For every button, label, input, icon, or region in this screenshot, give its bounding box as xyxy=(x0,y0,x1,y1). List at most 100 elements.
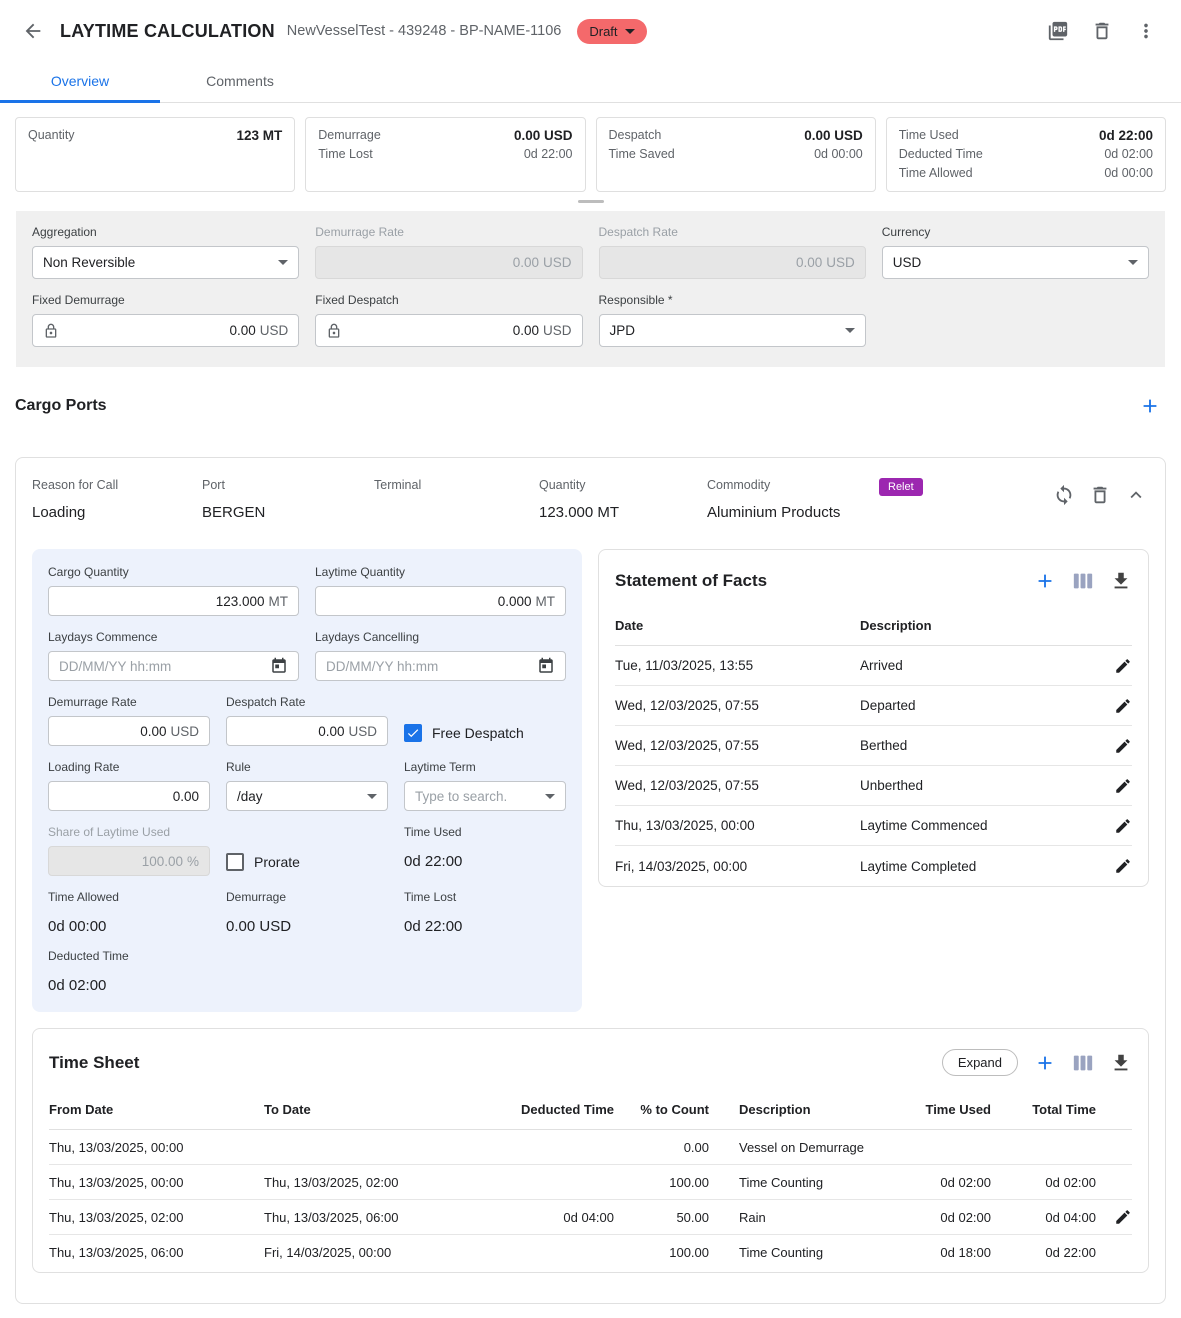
status-badge[interactable]: Draft xyxy=(577,19,646,44)
header: LAYTIME CALCULATION NewVesselTest - 4392… xyxy=(0,0,1181,62)
laydays-commence-label: Laydays Commence xyxy=(48,630,299,644)
page-title: LAYTIME CALCULATION xyxy=(60,21,275,42)
edit-sof-row-button[interactable] xyxy=(1100,693,1132,719)
sof-date: Fri, 14/03/2025, 00:00 xyxy=(615,859,860,874)
chevron-down-icon xyxy=(845,328,855,333)
despatch-rate-label: Despatch Rate xyxy=(599,225,866,239)
sof-description: Departed xyxy=(860,698,1100,713)
timesheet-row: Thu, 13/03/2025, 06:00 Fri, 14/03/2025, … xyxy=(49,1235,1132,1270)
prorate-checkbox[interactable] xyxy=(226,853,244,871)
port-demurrage-rate-input[interactable]: 0.00 USD xyxy=(48,716,210,746)
time-saved-label: Time Saved xyxy=(609,145,675,164)
ts-col-used: Time Used xyxy=(881,1102,991,1117)
edit-sof-row-button[interactable] xyxy=(1100,853,1132,879)
add-port-button[interactable] xyxy=(1139,395,1161,417)
ts-col-deducted: Deducted Time xyxy=(494,1102,614,1117)
pdf-export-button[interactable] xyxy=(1041,14,1075,48)
add-timesheet-row-button[interactable] xyxy=(1034,1052,1056,1074)
responsible-select[interactable]: JPD xyxy=(599,314,866,347)
laydays-cancelling-input[interactable]: DD/MM/YY hh:mm xyxy=(315,651,566,681)
edit-sof-row-button[interactable] xyxy=(1100,653,1132,679)
fixed-despatch-input[interactable]: 0.00 USD xyxy=(315,314,582,347)
aggregation-value: Non Reversible xyxy=(43,255,135,270)
settings-panel: Aggregation Non Reversible Demurrage Rat… xyxy=(16,211,1165,367)
loading-rate-field: Loading Rate 0.00 xyxy=(48,760,210,811)
sof-description: Berthed xyxy=(860,738,1100,753)
rule-label: Rule xyxy=(226,760,388,774)
cargo-ports-section-head: Cargo Ports xyxy=(0,367,1181,441)
back-button[interactable] xyxy=(16,14,50,48)
recalculate-button[interactable] xyxy=(1053,484,1075,506)
cargo-quantity-input[interactable]: 123.000 MT xyxy=(48,586,299,616)
laytime-quantity-input[interactable]: 0.000 MT xyxy=(315,586,566,616)
demurrage-rate-field: Demurrage Rate 0.00 USD xyxy=(315,225,582,279)
calendar-icon[interactable] xyxy=(270,657,288,675)
tab-comments[interactable]: Comments xyxy=(160,62,320,102)
ts-used: 0d 18:00 xyxy=(881,1245,991,1260)
calc-time-used: Time Used 0d 22:00 xyxy=(404,825,566,876)
delete-button[interactable] xyxy=(1085,14,1119,48)
resize-handle[interactable] xyxy=(578,200,604,203)
edit-sof-row-button[interactable] xyxy=(1100,773,1132,799)
responsible-label: Responsible * xyxy=(599,293,866,307)
timesheet-row: Thu, 13/03/2025, 02:00 Thu, 13/03/2025, … xyxy=(49,1200,1132,1235)
more-menu-button[interactable] xyxy=(1129,14,1163,48)
port-despatch-rate-input[interactable]: 0.00 USD xyxy=(226,716,388,746)
calc-time-allowed: Time Allowed 0d 00:00 xyxy=(48,890,210,935)
rule-field: Rule /day xyxy=(226,760,388,811)
loading-rate-label: Loading Rate xyxy=(48,760,210,774)
ts-description: Time Counting xyxy=(709,1175,881,1190)
sof-col-date: Date xyxy=(615,618,860,633)
free-despatch-checkbox[interactable] xyxy=(404,724,422,742)
aggregation-select[interactable]: Non Reversible xyxy=(32,246,299,279)
quantity-card: Quantity 123 MT xyxy=(15,117,295,192)
ts-from: Thu, 13/03/2025, 00:00 xyxy=(49,1140,264,1155)
collapse-port-button[interactable] xyxy=(1125,484,1147,506)
share-of-laytime-label: Share of Laytime Used xyxy=(48,825,210,839)
share-of-laytime-value: 100.00 xyxy=(142,854,183,869)
edit-sof-row-button[interactable] xyxy=(1100,733,1132,759)
timesheet-download-button[interactable] xyxy=(1110,1052,1132,1074)
currency-select[interactable]: USD xyxy=(882,246,1149,279)
edit-timesheet-row-button[interactable] xyxy=(1096,1204,1132,1230)
ts-total: 0d 04:00 xyxy=(991,1210,1096,1225)
laydays-commence-input[interactable]: DD/MM/YY hh:mm xyxy=(48,651,299,681)
fixed-despatch-value: 0.00 xyxy=(513,323,539,338)
sof-download-button[interactable] xyxy=(1110,570,1132,592)
rule-select[interactable]: /day xyxy=(226,781,388,811)
time-used-value: 0d 22:00 xyxy=(1099,126,1153,145)
reason-for-call-label: Reason for Call xyxy=(32,478,202,492)
calendar-icon[interactable] xyxy=(537,657,555,675)
calc-time-lost: Time Lost 0d 22:00 xyxy=(404,890,566,935)
deducted-time-label: Deducted Time xyxy=(899,145,983,164)
edit-sof-row-button[interactable] xyxy=(1100,813,1132,839)
ts-pct: 100.00 xyxy=(614,1245,709,1260)
aggregation-field: Aggregation Non Reversible xyxy=(32,225,299,279)
laytime-quantity-value: 0.000 xyxy=(498,594,532,609)
chevron-down-icon xyxy=(1128,260,1138,265)
laytime-term-select[interactable]: Type to search. xyxy=(404,781,566,811)
ts-pct: 100.00 xyxy=(614,1175,709,1190)
fixed-demurrage-input[interactable]: 0.00 USD xyxy=(32,314,299,347)
trash-icon xyxy=(1089,484,1111,506)
download-icon xyxy=(1110,1052,1132,1074)
commodity-label: Commodity xyxy=(707,478,879,492)
currency-field: Currency USD xyxy=(882,225,1149,279)
laydays-cancelling-placeholder: DD/MM/YY hh:mm xyxy=(326,659,438,674)
timesheet-columns-button[interactable] xyxy=(1072,1052,1094,1074)
free-despatch-label: Free Despatch xyxy=(432,725,524,741)
add-sof-row-button[interactable] xyxy=(1034,570,1056,592)
delete-port-button[interactable] xyxy=(1089,484,1111,506)
currency-value: USD xyxy=(893,255,922,270)
tab-overview[interactable]: Overview xyxy=(0,62,160,102)
loading-rate-input[interactable]: 0.00 xyxy=(48,781,210,811)
fixed-despatch-field: Fixed Despatch 0.00 USD xyxy=(315,293,582,347)
demurrage-value: 0.00 USD xyxy=(514,126,573,145)
sof-columns-button[interactable] xyxy=(1072,570,1094,592)
demurrage-card: Demurrage 0.00 USD Time Lost 0d 22:00 xyxy=(305,117,585,192)
expand-button[interactable]: Expand xyxy=(942,1049,1018,1076)
calc-time-allowed-value: 0d 00:00 xyxy=(48,918,210,935)
quantity-value: 123 MT xyxy=(236,126,282,145)
fixed-demurrage-field: Fixed Demurrage 0.00 USD xyxy=(32,293,299,347)
laytime-term-placeholder: Type to search. xyxy=(415,789,507,804)
